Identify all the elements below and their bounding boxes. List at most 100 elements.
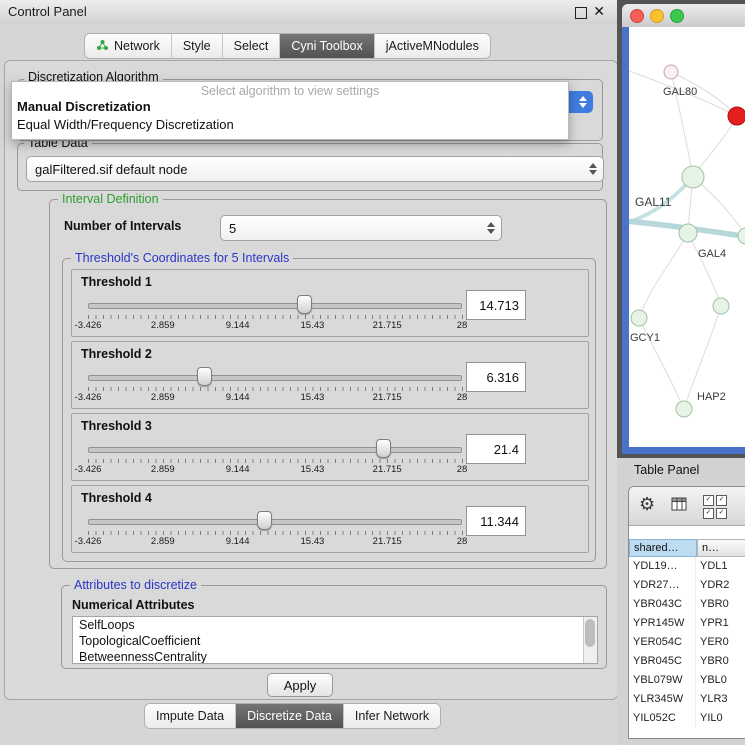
tick-label: 28 (457, 320, 468, 331)
list-item[interactable]: BetweennessCentrality (73, 649, 597, 664)
tick-labels: -3.4262.8599.14415.4321.71528 (88, 392, 462, 403)
table-row[interactable]: YER054CYER0 (629, 633, 745, 652)
close-icon[interactable]: ✕ (593, 3, 605, 20)
tick-label: 28 (457, 392, 468, 403)
threshold-slider[interactable] (88, 511, 462, 529)
table-row[interactable]: YIL052CYIL0 (629, 709, 745, 728)
selection-icons: ✓ ✓ ✓ ✓ (703, 495, 727, 519)
tab-label: Infer Network (355, 709, 429, 723)
threshold-value-field[interactable]: 6.316 (466, 362, 526, 392)
numerical-attributes-list[interactable]: SelfLoopsTopologicalCoefficientBetweenne… (72, 616, 598, 664)
settings-gear-icon[interactable]: ⚙ (639, 494, 655, 514)
num-intervals-combobox[interactable]: 5 (220, 215, 502, 241)
table-row[interactable]: YBL079WYBL0 (629, 671, 745, 690)
close-button[interactable] (630, 9, 644, 23)
tab-network[interactable]: Network (85, 34, 172, 58)
tab-jactivemnodules[interactable]: jActiveMNodules (375, 34, 490, 58)
tab-infer-network[interactable]: Infer Network (344, 704, 440, 728)
tick-label: 15.43 (301, 392, 325, 403)
table-row[interactable]: YBR045CYBR0 (629, 652, 745, 671)
network-node-selected[interactable] (728, 107, 745, 125)
tick-label: 21.715 (373, 536, 402, 547)
tick-label: 2.859 (151, 392, 175, 403)
table-header-row: shared… n… (629, 539, 745, 557)
table-rows: YDL19…YDL1YDR27…YDR2YBR043CYBR0YPR145WYP… (629, 557, 745, 738)
threshold-panel: Threshold 3 -3.4262.8599.14415.4321.7152… (71, 413, 589, 481)
attributes-group: Attributes to discretize Numerical Attri… (61, 585, 607, 669)
column-header-shared[interactable]: shared… (629, 539, 697, 557)
tick-label: 9.144 (226, 536, 250, 547)
select-none-icon[interactable]: ✓ (716, 495, 727, 506)
zoom-button[interactable] (670, 9, 684, 23)
slider-track[interactable] (88, 375, 462, 381)
tab-label: Network (114, 39, 160, 53)
scrollbar-thumb[interactable] (585, 619, 595, 647)
table-row[interactable]: YDR27…YDR2 (629, 576, 745, 595)
tab-cyni-toolbox[interactable]: Cyni Toolbox (280, 34, 374, 58)
table-cell: YPR1 (696, 614, 745, 633)
tab-label: Style (183, 39, 211, 53)
network-canvas[interactable]: GAL80 GAL11 GAL4 GCY1 HAP2 (629, 27, 745, 447)
node-label: GAL4 (698, 248, 726, 260)
list-item[interactable]: SelfLoops (73, 617, 597, 633)
threshold-slider[interactable] (88, 439, 462, 457)
threshold-value-field[interactable]: 11.344 (466, 506, 526, 536)
slider-track[interactable] (88, 303, 462, 309)
slider-ticks (88, 387, 463, 391)
tab-label: Discretize Data (247, 709, 332, 723)
slider-thumb[interactable] (297, 295, 312, 314)
thresholds-group: Threshold's Coordinates for 5 Intervals … (62, 258, 596, 562)
select-row-icon[interactable]: ✓ (703, 508, 714, 519)
table-cell: YDR27… (629, 576, 696, 595)
tab-discretize-data[interactable]: Discretize Data (236, 704, 344, 728)
table-row[interactable]: YPR145WYPR1 (629, 614, 745, 633)
slider-track[interactable] (88, 519, 462, 525)
threshold-value-field[interactable]: 14.713 (466, 290, 526, 320)
tick-label: -3.426 (75, 536, 102, 547)
threshold-slider[interactable] (88, 295, 462, 313)
network-node[interactable] (664, 65, 678, 79)
minimize-button[interactable] (650, 9, 664, 23)
network-node[interactable] (713, 298, 729, 314)
table-row[interactable]: YDL19…YDL1 (629, 557, 745, 576)
table-toolbar: ⚙ ✓ ✓ ✓ ✓ (629, 487, 745, 526)
select-all-icon[interactable]: ✓ (703, 495, 714, 506)
scrollbar[interactable] (583, 617, 597, 663)
network-node[interactable] (738, 228, 745, 244)
tick-label: 9.144 (226, 464, 250, 475)
network-node[interactable] (676, 401, 692, 417)
float-window-icon[interactable] (575, 7, 587, 19)
column-selector-icon[interactable] (671, 497, 687, 516)
deselect-row-icon[interactable]: ✓ (716, 508, 727, 519)
slider-thumb[interactable] (197, 367, 212, 386)
tick-label: 15.43 (301, 464, 325, 475)
threshold-value-field[interactable]: 21.4 (466, 434, 526, 464)
column-header-name[interactable]: n… (697, 539, 745, 557)
tab-style[interactable]: Style (172, 34, 223, 58)
tick-label: -3.426 (75, 464, 102, 475)
apply-button[interactable]: Apply (267, 673, 333, 697)
tab-impute-data[interactable]: Impute Data (145, 704, 236, 728)
threshold-slider[interactable] (88, 367, 462, 385)
network-titlebar (622, 4, 745, 27)
network-node[interactable] (679, 224, 697, 242)
table-row[interactable]: YBR043CYBR0 (629, 595, 745, 614)
table-cell: YLR345W (629, 690, 696, 709)
table-cell: YBR0 (696, 652, 745, 671)
slider-track[interactable] (88, 447, 462, 453)
node-label: GAL11 (635, 195, 672, 209)
table-data-combobox[interactable]: galFiltered.sif default node (26, 156, 604, 182)
table-row[interactable]: YLR345WYLR3 (629, 690, 745, 709)
network-node[interactable] (631, 310, 647, 326)
slider-thumb[interactable] (257, 511, 272, 530)
dropdown-option-manual-discretization[interactable]: Manual Discretization (12, 98, 568, 116)
list-item[interactable]: TopologicalCoefficient (73, 633, 597, 649)
slider-thumb[interactable] (376, 439, 391, 458)
table-cell: YPR145W (629, 614, 696, 633)
table-panel-window: ⚙ ✓ ✓ ✓ ✓ shared… n… YDL19…YDL1YDR27…YDR… (628, 486, 745, 739)
threshold-label: Threshold 1 (81, 275, 152, 289)
network-node[interactable] (682, 166, 704, 188)
dropdown-option-equal-width-frequency[interactable]: Equal Width/Frequency Discretization (12, 116, 568, 134)
tab-select[interactable]: Select (223, 34, 281, 58)
table-cell: YER054C (629, 633, 696, 652)
